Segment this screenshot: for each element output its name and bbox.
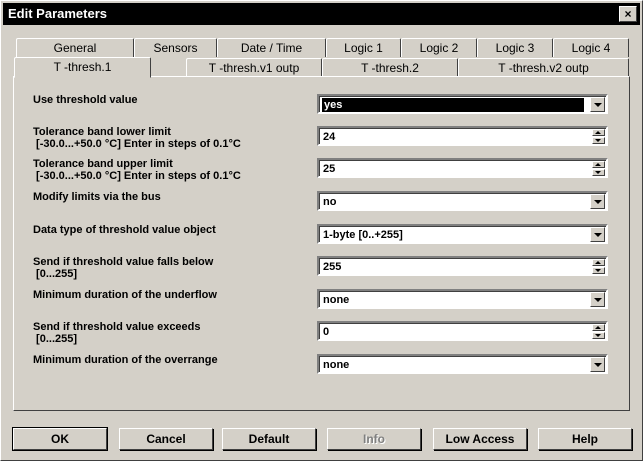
edit-parameters-dialog: Edit Parameters × General Sensors Date /… xyxy=(0,0,643,461)
spinner-icon[interactable] xyxy=(592,129,605,144)
tab-t-thresh-1[interactable]: T -thresh.1 xyxy=(14,57,151,78)
close-icon: × xyxy=(624,7,632,21)
tab-t-thresh-v1-outp[interactable]: T -thresh.v1 outp xyxy=(186,58,322,77)
tab-logic-2[interactable]: Logic 2 xyxy=(401,38,477,57)
tab-sensors[interactable]: Sensors xyxy=(134,38,217,57)
overrange-duration-dropdown[interactable]: none xyxy=(317,354,608,374)
spin-down-icon[interactable] xyxy=(592,267,605,274)
close-button[interactable]: × xyxy=(619,6,637,22)
title-bar[interactable]: Edit Parameters × xyxy=(3,3,640,25)
use-threshold-dropdown[interactable]: yes xyxy=(317,94,608,114)
tab-t-thresh-v2-outp[interactable]: T -thresh.v2 outp xyxy=(458,58,629,77)
data-type-dropdown[interactable]: 1-byte [0..+255] xyxy=(317,224,608,244)
tab-general[interactable]: General xyxy=(16,38,134,57)
chevron-down-icon[interactable] xyxy=(590,227,605,242)
info-button: Info xyxy=(327,428,421,450)
param-label-data-type: Data type of threshold value object xyxy=(33,224,216,236)
spinner-icon[interactable] xyxy=(592,324,605,339)
chevron-down-icon[interactable] xyxy=(590,292,605,307)
spin-up-icon[interactable] xyxy=(592,324,605,331)
param-label-exceeds: Send if threshold value exceeds [0...255… xyxy=(33,321,201,345)
spinner-icon[interactable] xyxy=(592,161,605,176)
underflow-duration-dropdown[interactable]: none xyxy=(317,289,608,309)
spin-up-icon[interactable] xyxy=(592,129,605,136)
tab-t-thresh-2[interactable]: T -thresh.2 xyxy=(322,58,458,77)
param-label-overrange-duration: Minimum duration of the overrange xyxy=(33,354,218,366)
help-button[interactable]: Help xyxy=(538,428,632,450)
spin-down-icon[interactable] xyxy=(592,332,605,339)
spin-up-icon[interactable] xyxy=(592,161,605,168)
ok-button[interactable]: OK xyxy=(12,427,108,451)
param-label-use-threshold: Use threshold value xyxy=(33,94,138,106)
lower-limit-spinbox[interactable]: 24 xyxy=(317,126,608,146)
param-label-lower-limit: Tolerance band lower limit [-30.0...+50.… xyxy=(33,126,241,150)
upper-limit-spinbox[interactable]: 25 xyxy=(317,158,608,178)
param-label-upper-limit: Tolerance band upper limit [-30.0...+50.… xyxy=(33,158,241,182)
modify-limits-dropdown[interactable]: no xyxy=(317,191,608,211)
cancel-button[interactable]: Cancel xyxy=(119,428,213,450)
param-label-underflow-duration: Minimum duration of the underflow xyxy=(33,289,217,301)
spinner-icon[interactable] xyxy=(592,259,605,274)
dialog-title: Edit Parameters xyxy=(8,6,107,21)
falls-below-spinbox[interactable]: 255 xyxy=(317,256,608,276)
spin-up-icon[interactable] xyxy=(592,259,605,266)
chevron-down-icon[interactable] xyxy=(590,357,605,372)
tab-date-time[interactable]: Date / Time xyxy=(217,38,326,57)
param-label-modify-limits: Modify limits via the bus xyxy=(33,191,161,203)
default-button[interactable]: Default xyxy=(222,428,316,450)
chevron-down-icon[interactable] xyxy=(590,97,605,112)
tab-logic-3[interactable]: Logic 3 xyxy=(477,38,553,57)
param-label-falls-below: Send if threshold value falls below [0..… xyxy=(33,256,214,280)
spin-down-icon[interactable] xyxy=(592,137,605,144)
tab-logic-4[interactable]: Logic 4 xyxy=(553,38,629,57)
spin-down-icon[interactable] xyxy=(592,169,605,176)
low-access-button[interactable]: Low Access xyxy=(433,428,527,450)
tab-logic-1[interactable]: Logic 1 xyxy=(326,38,401,57)
chevron-down-icon[interactable] xyxy=(590,194,605,209)
exceeds-spinbox[interactable]: 0 xyxy=(317,321,608,341)
